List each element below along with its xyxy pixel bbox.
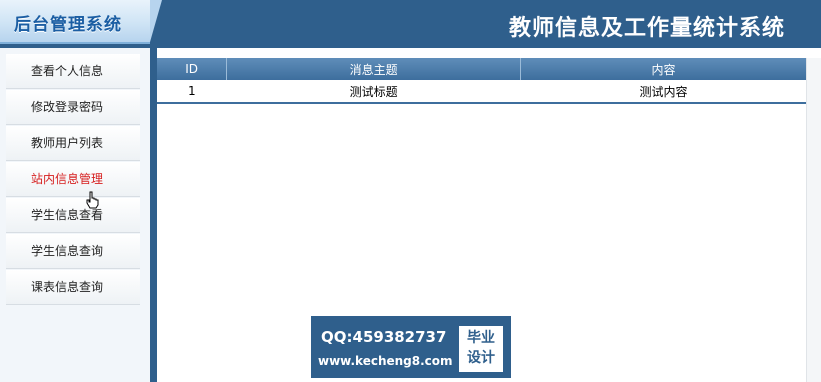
badge-line2: 设计 (467, 350, 495, 366)
logo: 后台管理系统 (0, 0, 162, 44)
sidebar-item-student-query[interactable]: 学生信息查询 (6, 234, 140, 269)
messages-table: ID 消息主题 内容 1 测试标题 测试内容 (157, 58, 807, 104)
watermark-qq: QQ:459382737 (321, 328, 447, 346)
column-header-content[interactable]: 内容 (520, 58, 807, 80)
table-row[interactable]: 1 测试标题 测试内容 (157, 80, 807, 104)
watermark-badge: 毕业 设计 (459, 326, 503, 372)
sidebar-menu: 查看个人信息 修改登录密码 教师用户列表 站内信息管理 学生信息查看 学生信息查… (0, 54, 150, 305)
page-title: 教师信息及工作量统计系统 (508, 15, 785, 41)
table-header-row: ID 消息主题 内容 (157, 58, 807, 80)
header-bar: 后台管理系统 教师信息及工作量统计系统 (0, 0, 821, 48)
sidebar-item-view-profile[interactable]: 查看个人信息 (6, 54, 140, 89)
sidebar-item-student-view[interactable]: 学生信息查看 (6, 198, 140, 233)
sidebar-item-change-password[interactable]: 修改登录密码 (6, 90, 140, 125)
watermark: QQ:459382737 www.kecheng8.com 毕业 设计 (311, 316, 511, 378)
column-header-id[interactable]: ID (157, 58, 228, 80)
vertical-scrollbar[interactable] (806, 58, 821, 382)
sidebar-item-teacher-list[interactable]: 教师用户列表 (6, 126, 140, 161)
sidebar-item-message-management[interactable]: 站内信息管理 (6, 162, 140, 197)
badge-line1: 毕业 (467, 330, 495, 346)
watermark-url: www.kecheng8.com (318, 354, 453, 368)
logo-text: 后台管理系统 (14, 15, 122, 35)
sidebar-item-schedule-query[interactable]: 课表信息查询 (6, 270, 140, 305)
cell-content: 测试内容 (520, 80, 807, 104)
sidebar: 查看个人信息 修改登录密码 教师用户列表 站内信息管理 学生信息查看 学生信息查… (0, 48, 151, 382)
cell-id: 1 (157, 80, 227, 104)
hand-cursor-icon (86, 191, 100, 209)
column-header-subject[interactable]: 消息主题 (226, 58, 522, 80)
cell-subject: 测试标题 (226, 80, 521, 104)
divider-bar (150, 48, 157, 382)
